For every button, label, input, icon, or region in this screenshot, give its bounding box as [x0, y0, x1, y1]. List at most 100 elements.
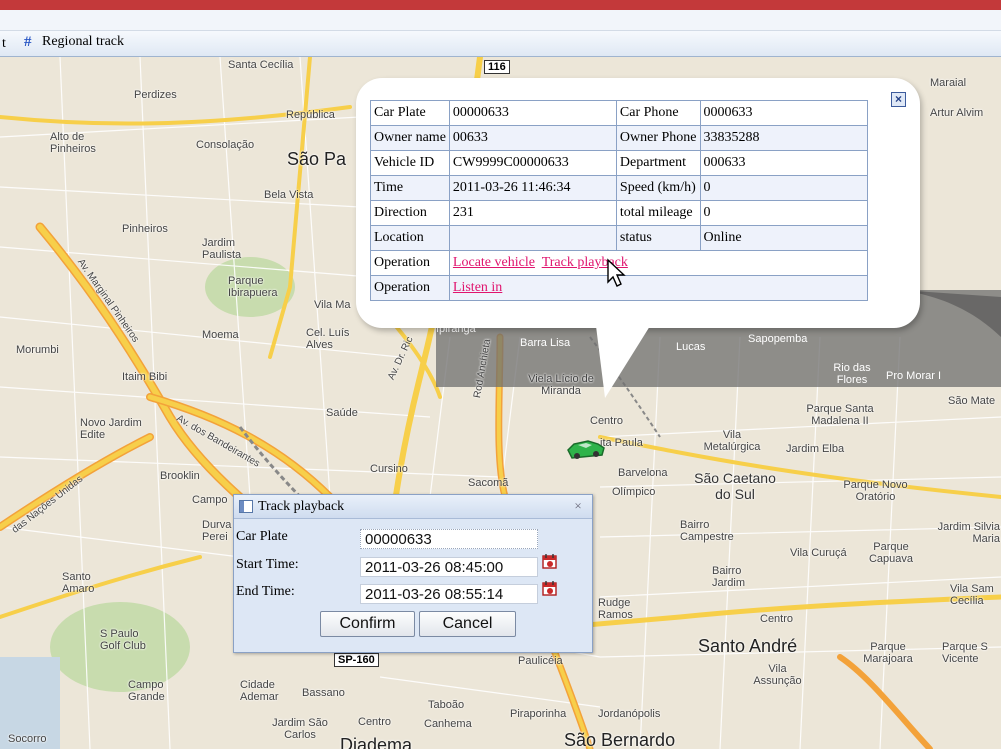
- map-label-itaim-bibi: Itaim Bibi: [122, 371, 168, 383]
- route-shield-116: 116: [484, 60, 510, 74]
- field-value: 0000633: [699, 100, 868, 126]
- map-label-republica: República: [286, 109, 335, 121]
- field-label: Speed (km/h): [615, 175, 701, 201]
- map-label-sta-paula: ita Paula: [600, 437, 643, 449]
- map-label-parque-s-vicente: Parque S Vicente: [942, 641, 988, 665]
- map-label-jardim-sao-carlos: Jardim São Carlos: [272, 717, 328, 741]
- map-label-jardim-silvia-maria: Jardim Silvia Maria: [937, 521, 1000, 545]
- map-label-novo-jardim-edite: Novo Jardim Edite: [80, 417, 142, 441]
- map-label-cursino: Cursino: [370, 463, 408, 475]
- map-label-cidade-ademar: Cidade Ademar: [240, 679, 279, 703]
- table-row: Owner name 00633 Owner Phone 33835288: [370, 125, 868, 151]
- field-label: Car Phone: [615, 100, 701, 126]
- map-label-santa-cecilia: Santa Cecília: [228, 59, 294, 71]
- map-label-pinheiros: Pinheiros: [122, 223, 168, 235]
- map-label-jordanopolis: Jordanópolis: [598, 708, 661, 720]
- map-label-campo: Campo: [192, 494, 228, 506]
- map-label-socorro: Socorro: [8, 733, 47, 745]
- field-value: 00633: [448, 125, 617, 151]
- table-row: Location status Online: [370, 225, 868, 251]
- field-label: Operation: [370, 275, 450, 301]
- map-label-maraial: Maraial: [930, 77, 967, 89]
- field-value: [448, 225, 617, 251]
- map-label-canhema: Canhema: [424, 718, 472, 730]
- map-label-lucas: Lucas: [676, 341, 706, 353]
- map-label-rio-das-flores: Rio das Flores: [833, 362, 871, 386]
- map-label-centro-mid: Centro: [590, 415, 624, 427]
- listen-in-link[interactable]: Listen in: [453, 280, 502, 295]
- map-label-sao-mate: São Mate: [948, 395, 996, 407]
- confirm-button[interactable]: Confirm: [320, 611, 415, 637]
- map-label-sao-caetano: São Caetano do Sul: [694, 470, 776, 502]
- field-label: Department: [615, 150, 701, 176]
- dialog-title: Track playback: [258, 499, 345, 514]
- map-label-morumbi: Morumbi: [16, 344, 59, 356]
- map-label-alto-pinheiros: Alto de Pinheiros: [50, 131, 96, 155]
- map-label-olimpico: Olímpico: [612, 486, 656, 498]
- field-label: Vehicle ID: [370, 150, 450, 176]
- car-marker-icon[interactable]: [566, 436, 606, 462]
- field-value: 000633: [699, 150, 868, 176]
- start-time-field[interactable]: [360, 557, 538, 577]
- map-label-parque-marajoara: Parque Marajoara: [863, 641, 913, 665]
- calendar-icon[interactable]: [542, 553, 558, 569]
- map-label-s-paulo-golf: S Paulo Golf Club: [100, 628, 146, 652]
- field-label: Time: [370, 175, 450, 201]
- map-label-piraporinha: Piraporinha: [510, 708, 567, 720]
- map-label-barra-lisa: Barra Lisa: [520, 337, 571, 349]
- map-label-centro-sa: Centro: [760, 613, 794, 625]
- table-row: Time 2011-03-26 11:46:34 Speed (km/h) 0: [370, 175, 868, 201]
- field-label: Location: [370, 225, 450, 251]
- track-playback-dialog: Track playback × Car Plate Start Time: E…: [233, 494, 593, 653]
- map-label-vila-metalurgica: Vila Metalúrgica: [703, 429, 761, 453]
- dialog-titlebar[interactable]: Track playback ×: [234, 495, 592, 519]
- map-label-pro-morar: Pro Morar I: [886, 370, 942, 382]
- close-icon[interactable]: ×: [891, 92, 906, 107]
- route-shield-sp160: SP-160: [334, 653, 379, 667]
- map-label-saude: Saúde: [326, 407, 358, 419]
- car-plate-field[interactable]: [360, 529, 538, 549]
- map-label-viela-licio: Viela Lício de Miranda: [528, 373, 594, 397]
- window-icon: [239, 500, 253, 513]
- map-label-parque-novo-oratorio: Parque Novo Oratório: [843, 479, 908, 503]
- grid-icon: #: [24, 34, 32, 50]
- map-label-sapopemba: Sapopemba: [748, 333, 808, 345]
- operation-links: Listen in: [448, 275, 868, 301]
- field-label: Owner Phone: [615, 125, 701, 151]
- map-label-moema: Moema: [202, 329, 239, 341]
- map-label-pauliceia: Paulicéia: [518, 655, 563, 667]
- field-value: 2011-03-26 11:46:34: [448, 175, 617, 201]
- field-label: total mileage: [615, 200, 701, 226]
- field-label: Direction: [370, 200, 450, 226]
- map-label-parque-santa-madalena: Parque Santa Madalena II: [806, 403, 874, 427]
- map-label-santo-amaro: Santo Amaro: [62, 571, 95, 595]
- field-value: CW9999C00000633: [448, 150, 617, 176]
- field-value: 0: [699, 200, 868, 226]
- cancel-button[interactable]: Cancel: [419, 611, 516, 637]
- top-accent-bar: [0, 0, 1001, 10]
- end-time-field[interactable]: [360, 584, 538, 604]
- table-row: Car Plate 00000633 Car Phone 0000633: [370, 100, 868, 126]
- map-label-diadema: Diadema: [340, 735, 413, 749]
- map-label-bairro-campestre: Bairro Campestre: [680, 519, 734, 543]
- map-label-consolacao: Consolação: [196, 139, 255, 151]
- calendar-icon[interactable]: [542, 580, 558, 596]
- table-row: Direction 231 total mileage 0: [370, 200, 868, 226]
- field-label: Owner name: [370, 125, 450, 151]
- regional-track-label: Regional track: [42, 34, 125, 49]
- operation-links: Locate vehicle Track playback: [448, 250, 868, 276]
- map-label-sao-paulo: São Pa: [287, 149, 347, 169]
- locate-vehicle-link[interactable]: Locate vehicle: [453, 255, 535, 270]
- regional-track-button[interactable]: # Regional track: [24, 34, 124, 50]
- field-label: Operation: [370, 250, 450, 276]
- close-icon[interactable]: ×: [571, 499, 585, 512]
- map-label-cel-luis-alves: Cel. Luís Alves: [306, 327, 350, 351]
- map-label-bela-vista: Bela Vista: [264, 189, 314, 201]
- end-time-label: End Time:: [236, 584, 295, 599]
- toolbar-partial-item[interactable]: t: [2, 36, 6, 52]
- map-label-brooklin: Brooklin: [160, 470, 200, 482]
- header-strip: [0, 10, 1001, 31]
- popup-tail: [595, 318, 655, 398]
- map-label-durval: Durva Perei: [202, 519, 232, 543]
- field-value: 33835288: [699, 125, 868, 151]
